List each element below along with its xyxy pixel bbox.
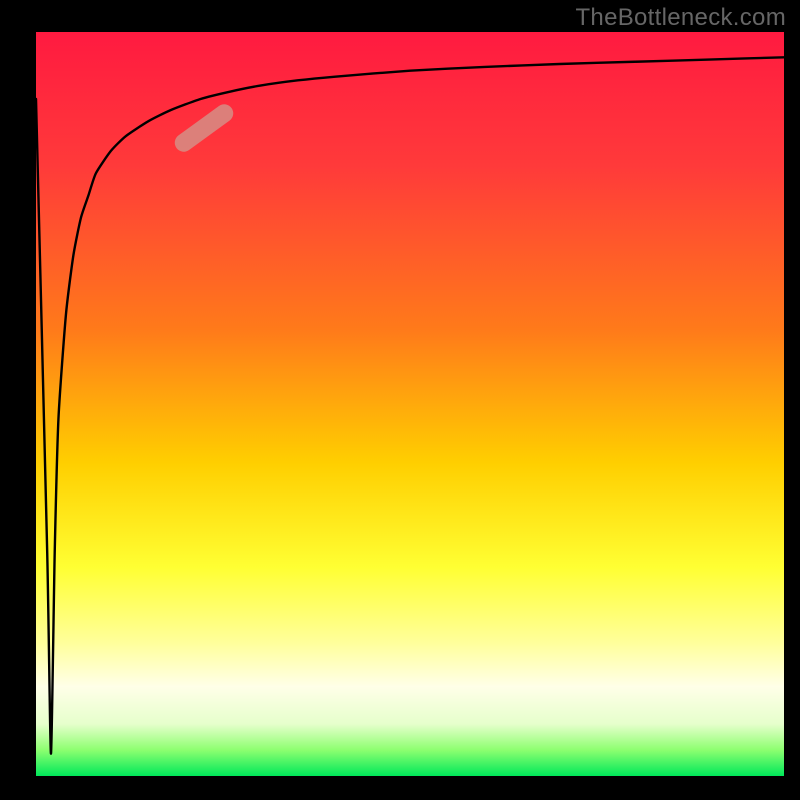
chart-frame: TheBottleneck.com (0, 0, 800, 800)
watermark-text: TheBottleneck.com (575, 4, 786, 32)
plot-svg (0, 0, 800, 800)
gradient-background (36, 32, 784, 776)
